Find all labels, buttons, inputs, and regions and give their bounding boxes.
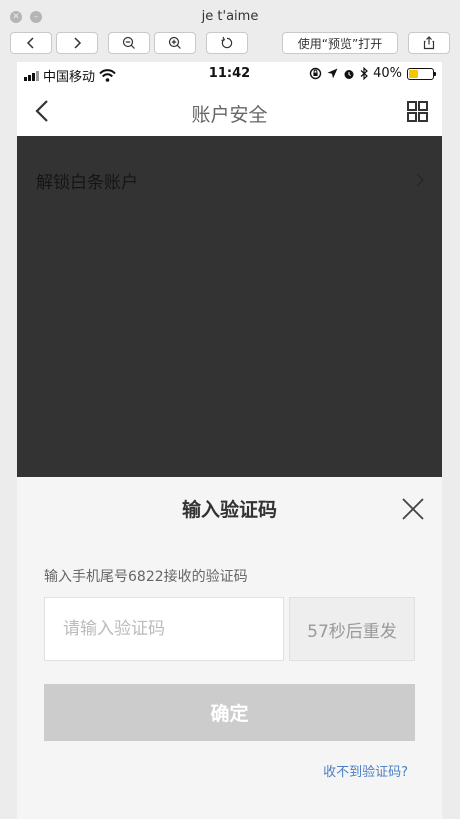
status-right: 40% [309,66,436,81]
window-titlebar: ✕ – je t'aime 使用“预览”打开 [0,0,460,62]
chevron-right-icon [74,37,82,49]
battery-level-fill [409,69,419,78]
close-icon[interactable] [402,498,424,520]
battery-percent: 40% [373,66,402,81]
resend-button[interactable]: 57秒后重发 [289,597,415,661]
sheet-title: 输入验证码 [181,499,277,521]
verification-code-input[interactable] [44,597,284,661]
alarm-icon [344,69,354,79]
open-with-preview-button[interactable]: 使用“预览”打开 [282,32,398,54]
bluetooth-icon [360,67,368,80]
zoom-out-icon [122,36,135,49]
verification-sheet: 输入验证码 输入手机尾号6822接收的验证码 57秒后重发 确定 收不到验证码? [17,477,442,819]
rotate-icon [221,36,233,49]
zoom-in-icon [168,36,181,49]
rotate-button[interactable] [206,32,248,54]
zoom-in-button[interactable] [154,32,196,54]
share-button[interactable] [408,32,450,54]
grid-icon[interactable] [407,101,428,122]
status-bar: 中国移动 11:42 40% [17,62,442,86]
zoom-out-button[interactable] [108,32,150,54]
back-button[interactable] [10,32,52,54]
orientation-lock-icon [309,67,322,80]
nav-bar: 账户安全 [17,86,442,136]
no-code-link[interactable]: 收不到验证码? [323,761,408,780]
list-item-unlock-account: 解锁白条账户 [36,173,138,193]
page-title: 账户安全 [191,104,268,126]
chevron-left-icon [26,37,34,49]
share-icon [423,36,435,50]
confirm-button[interactable]: 确定 [44,684,415,741]
battery-icon [407,67,436,80]
forward-button[interactable] [56,32,98,54]
modal-overlay[interactable]: 解锁白条账户 [17,136,442,477]
phone-screen: 中国移动 11:42 40% 账户安全 解锁白条账户 输入验证码 输入手机尾号6… [17,62,442,819]
sms-hint: 输入手机尾号6822接收的验证码 [44,569,248,585]
location-icon [327,68,338,79]
chevron-right-icon [416,173,424,187]
window-title: je t'aime [201,9,259,24]
